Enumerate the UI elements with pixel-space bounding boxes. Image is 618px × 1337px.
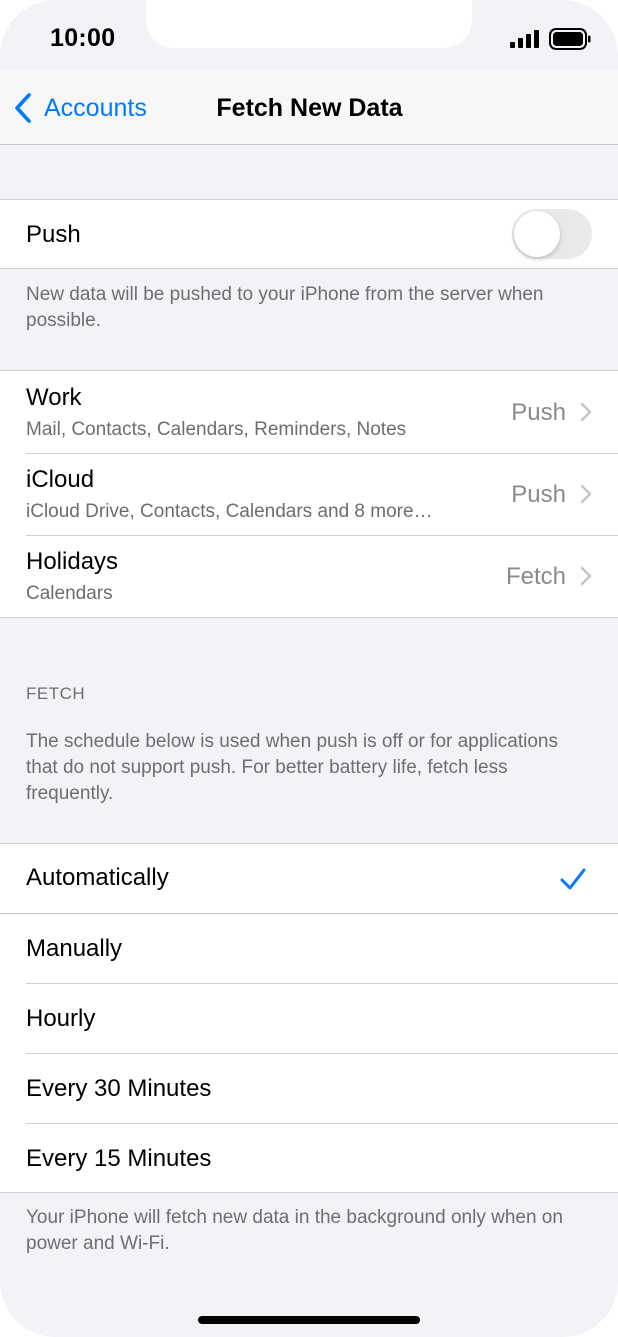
account-detail: Calendars [26,583,113,604]
navigation-bar: Accounts Fetch New Data [0,70,618,145]
account-name: iCloud [26,466,95,493]
cellular-signal-icon [510,30,539,48]
account-name: Work [26,384,82,411]
account-detail: Mail, Contacts, Calendars, Reminders, No… [26,419,407,440]
home-indicator[interactable] [198,1316,420,1324]
fetch-option-manually[interactable]: Manually [0,914,618,983]
fetch-option-label: Every 30 Minutes [26,1075,212,1102]
account-row-holidays[interactable]: Holidays Calendars Fetch [0,536,618,617]
checkmark-icon [560,868,586,890]
fetch-options-list: Automatically Manually Hourly Every 30 M… [0,843,618,1193]
fetch-option-every-15-minutes[interactable]: Every 15 Minutes [0,1124,618,1192]
fetch-option-automatically[interactable]: Automatically [0,844,618,913]
fetch-option-label: Manually [26,935,123,962]
fetch-option-label: Automatically [26,864,169,891]
fetch-option-hourly[interactable]: Hourly [0,984,618,1053]
chevron-right-icon [580,566,592,586]
fetch-option-label: Every 15 Minutes [26,1145,212,1172]
push-footer: New data will be pushed to your iPhone f… [26,284,544,331]
account-detail: iCloud Drive, Contacts, Calendars and 8 … [26,501,433,522]
push-label: Push [26,221,81,248]
fetch-option-every-30-minutes[interactable]: Every 30 Minutes [0,1054,618,1123]
status-bar: 10:00 [0,0,618,70]
battery-icon [549,28,591,50]
push-toggle-knob [514,211,560,257]
fetch-option-label: Hourly [26,1005,96,1032]
fetch-section-header: FETCH [26,684,86,703]
account-row-work[interactable]: Work Mail, Contacts, Calendars, Reminder… [0,371,618,453]
fetch-description: The schedule below is used when push is … [26,731,558,804]
chevron-right-icon [580,402,592,422]
status-time: 10:00 [50,24,116,52]
account-fetch-value: Fetch [505,563,566,590]
account-fetch-value: Push [511,399,566,426]
push-row: Push [0,199,618,269]
page-title: Fetch New Data [216,94,403,122]
fetch-footer: Your iPhone will fetch new data in the b… [26,1207,563,1254]
push-toggle[interactable] [512,209,592,259]
phone-screen: 10:00 Accounts Fetch New Data Push New d… [0,0,618,1337]
account-name: Holidays [26,548,119,575]
notch [146,0,472,48]
chevron-right-icon [580,484,592,504]
account-fetch-value: Push [511,481,566,508]
accounts-list: Work Mail, Contacts, Calendars, Reminder… [0,370,618,618]
account-row-icloud[interactable]: iCloud iCloud Drive, Contacts, Calendars… [0,454,618,535]
